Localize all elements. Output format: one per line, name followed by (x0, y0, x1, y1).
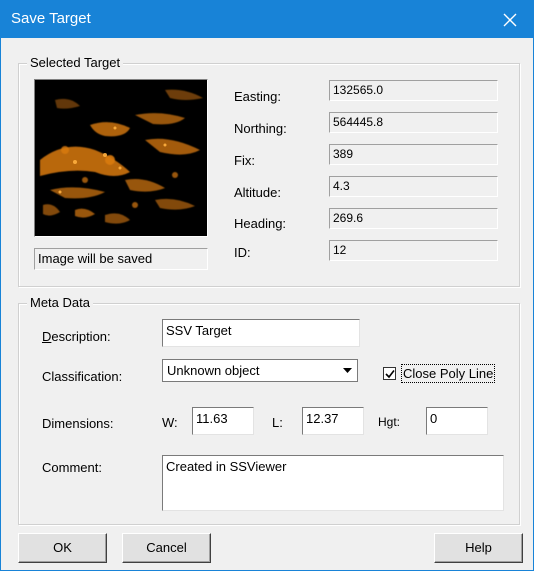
easting-label: Easting: (234, 89, 281, 104)
save-target-dialog: Save Target Selected Target Image will b… (0, 0, 534, 571)
selected-target-legend: Selected Target (27, 55, 124, 70)
northing-label: Northing: (234, 121, 287, 136)
help-button[interactable]: Help (434, 533, 523, 563)
id-value: 12 (329, 240, 498, 261)
fix-label: Fix: (234, 153, 255, 168)
heading-value: 269.6 (329, 208, 498, 229)
target-image-preview (34, 79, 208, 237)
northing-value: 564445.8 (329, 112, 498, 133)
classification-select[interactable]: Unknown object (162, 359, 358, 382)
meta-data-legend: Meta Data (27, 295, 93, 310)
length-label: L: (272, 415, 283, 430)
description-input[interactable]: SSV Target (162, 319, 360, 347)
comment-label: Comment: (42, 460, 102, 475)
description-label-rest: escription: (51, 329, 111, 344)
description-label: Description: (42, 329, 111, 344)
easting-value: 132565.0 (329, 80, 498, 101)
close-poly-line-label[interactable]: Close Poly Line (401, 364, 496, 383)
dimensions-label: Dimensions: (42, 416, 114, 431)
ok-button[interactable]: OK (18, 533, 107, 563)
length-input[interactable]: 12.37 (302, 407, 364, 435)
width-input[interactable]: 11.63 (192, 407, 254, 435)
close-icon (503, 13, 517, 26)
classification-value: Unknown object (167, 363, 260, 378)
chevron-down-icon[interactable] (338, 361, 356, 380)
cancel-button[interactable]: Cancel (122, 533, 211, 563)
title-bar: Save Target (1, 1, 533, 38)
close-button[interactable] (487, 1, 533, 38)
description-label-mnemonic: D (42, 329, 52, 344)
fix-value: 389 (329, 144, 498, 165)
close-poly-line-checkbox[interactable] (383, 367, 396, 380)
width-label: W: (162, 415, 178, 430)
id-label: ID: (234, 245, 251, 260)
comment-textarea[interactable]: Created in SSViewer (162, 455, 504, 511)
altitude-value: 4.3 (329, 176, 498, 197)
check-icon (384, 369, 395, 378)
height-label: Hgt: (378, 415, 401, 429)
altitude-label: Altitude: (234, 185, 281, 200)
image-status: Image will be saved (34, 248, 208, 270)
classification-label: Classification: (42, 369, 123, 384)
heading-label: Heading: (234, 216, 287, 231)
window-title: Save Target (11, 10, 91, 27)
height-input[interactable]: 0 (426, 407, 488, 435)
